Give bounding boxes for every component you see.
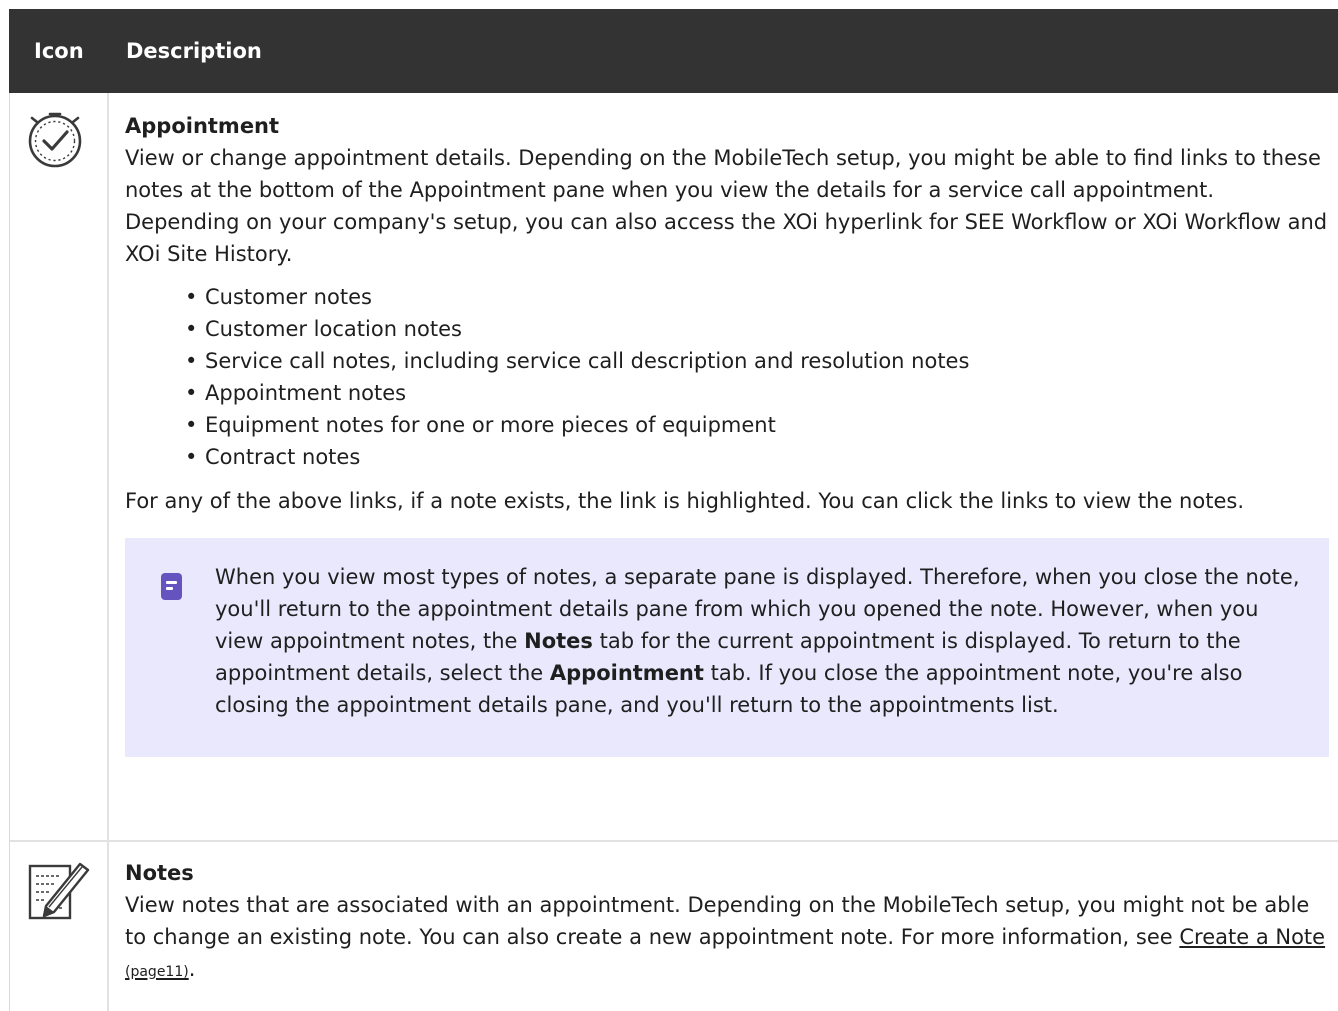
note-types-list: Customer notes Customer location notes S… — [125, 281, 1330, 473]
row-description: View or change appointment details. Depe… — [125, 146, 1328, 266]
list-item: Contract notes — [185, 441, 1330, 473]
after-list-text: For any of the above links, if a note ex… — [125, 489, 1244, 513]
page-reference: (page11) — [125, 964, 189, 980]
icon-description-table: Icon Description Appointment View or cha… — [9, 9, 1338, 1011]
list-item: Service call notes, including service ca… — [185, 345, 1330, 377]
table-row: Notes View notes that are associated wit… — [9, 842, 1338, 1011]
note-callout: When you view most types of notes, a sep… — [125, 538, 1329, 757]
icon-cell — [10, 93, 109, 840]
header-description-column: Description — [126, 39, 262, 63]
notes-tab-name: Notes — [524, 629, 593, 653]
notes-pencil-icon — [28, 862, 90, 920]
note-icon — [161, 573, 182, 600]
list-item: Equipment notes for one or more pieces o… — [185, 409, 1330, 441]
table-row: Appointment View or change appointment d… — [9, 93, 1338, 842]
list-item: Customer notes — [185, 281, 1330, 313]
icon-cell — [10, 842, 109, 1011]
appointment-tab-name: Appointment — [549, 661, 704, 685]
row-description: View notes that are associated with an a… — [125, 893, 1326, 981]
appointment-clock-check-icon — [28, 112, 82, 168]
note-text: When you view most types of notes, a sep… — [215, 565, 1300, 717]
list-item: Appointment notes — [185, 377, 1330, 409]
header-icon-column: Icon — [34, 39, 84, 63]
list-item: Customer location notes — [185, 313, 1330, 345]
row-title: Notes — [125, 861, 194, 885]
row-title: Appointment — [125, 114, 280, 138]
description-cell: Appointment View or change appointment d… — [109, 93, 1338, 840]
description-cell: Notes View notes that are associated wit… — [109, 842, 1338, 1011]
table-header: Icon Description — [9, 9, 1338, 93]
